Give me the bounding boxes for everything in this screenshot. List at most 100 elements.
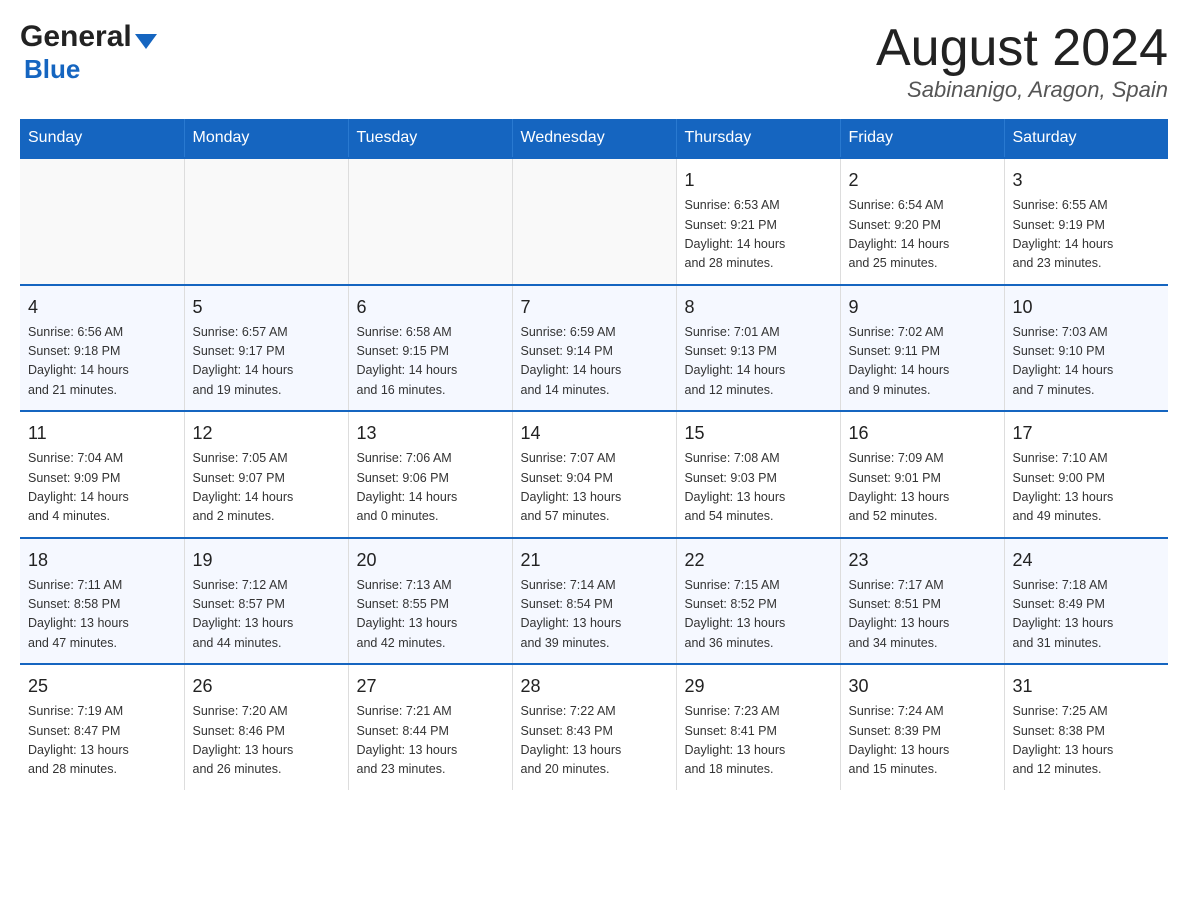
day-info: Sunrise: 7:14 AM Sunset: 8:54 PM Dayligh… (521, 576, 668, 654)
day-info: Sunrise: 7:24 AM Sunset: 8:39 PM Dayligh… (849, 702, 996, 780)
day-number: 9 (849, 294, 996, 321)
calendar-cell (20, 158, 184, 285)
day-number: 6 (357, 294, 504, 321)
calendar-cell: 10Sunrise: 7:03 AM Sunset: 9:10 PM Dayli… (1004, 285, 1168, 412)
day-number: 22 (685, 547, 832, 574)
weekday-header-thursday: Thursday (676, 119, 840, 158)
calendar-cell: 24Sunrise: 7:18 AM Sunset: 8:49 PM Dayli… (1004, 538, 1168, 665)
day-info: Sunrise: 7:13 AM Sunset: 8:55 PM Dayligh… (357, 576, 504, 654)
day-number: 5 (193, 294, 340, 321)
logo-blue: Blue (24, 54, 80, 85)
page-header: General Blue August 2024 Sabinanigo, Ara… (20, 20, 1168, 103)
day-info: Sunrise: 7:04 AM Sunset: 9:09 PM Dayligh… (28, 449, 176, 527)
day-info: Sunrise: 7:01 AM Sunset: 9:13 PM Dayligh… (685, 323, 832, 401)
day-info: Sunrise: 7:25 AM Sunset: 8:38 PM Dayligh… (1013, 702, 1161, 780)
day-number: 30 (849, 673, 996, 700)
day-number: 23 (849, 547, 996, 574)
calendar-cell: 19Sunrise: 7:12 AM Sunset: 8:57 PM Dayli… (184, 538, 348, 665)
day-info: Sunrise: 7:21 AM Sunset: 8:44 PM Dayligh… (357, 702, 504, 780)
calendar-cell: 20Sunrise: 7:13 AM Sunset: 8:55 PM Dayli… (348, 538, 512, 665)
weekday-header-tuesday: Tuesday (348, 119, 512, 158)
day-number: 20 (357, 547, 504, 574)
calendar-cell: 8Sunrise: 7:01 AM Sunset: 9:13 PM Daylig… (676, 285, 840, 412)
calendar-cell: 5Sunrise: 6:57 AM Sunset: 9:17 PM Daylig… (184, 285, 348, 412)
day-number: 28 (521, 673, 668, 700)
day-info: Sunrise: 6:54 AM Sunset: 9:20 PM Dayligh… (849, 196, 996, 274)
day-info: Sunrise: 6:58 AM Sunset: 9:15 PM Dayligh… (357, 323, 504, 401)
day-number: 10 (1013, 294, 1161, 321)
calendar-cell: 31Sunrise: 7:25 AM Sunset: 8:38 PM Dayli… (1004, 664, 1168, 790)
day-number: 7 (521, 294, 668, 321)
calendar-cell: 12Sunrise: 7:05 AM Sunset: 9:07 PM Dayli… (184, 411, 348, 538)
calendar-table: SundayMondayTuesdayWednesdayThursdayFrid… (20, 119, 1168, 790)
title-section: August 2024 Sabinanigo, Aragon, Spain (876, 20, 1168, 103)
day-number: 19 (193, 547, 340, 574)
day-number: 31 (1013, 673, 1161, 700)
day-number: 8 (685, 294, 832, 321)
day-number: 1 (685, 167, 832, 194)
day-info: Sunrise: 7:02 AM Sunset: 9:11 PM Dayligh… (849, 323, 996, 401)
calendar-cell: 1Sunrise: 6:53 AM Sunset: 9:21 PM Daylig… (676, 158, 840, 285)
calendar-week-row: 4Sunrise: 6:56 AM Sunset: 9:18 PM Daylig… (20, 285, 1168, 412)
day-number: 14 (521, 420, 668, 447)
day-info: Sunrise: 6:56 AM Sunset: 9:18 PM Dayligh… (28, 323, 176, 401)
calendar-cell: 28Sunrise: 7:22 AM Sunset: 8:43 PM Dayli… (512, 664, 676, 790)
day-info: Sunrise: 7:11 AM Sunset: 8:58 PM Dayligh… (28, 576, 176, 654)
calendar-cell: 27Sunrise: 7:21 AM Sunset: 8:44 PM Dayli… (348, 664, 512, 790)
logo: General Blue (20, 20, 157, 85)
month-title: August 2024 (876, 20, 1168, 77)
calendar-week-row: 1Sunrise: 6:53 AM Sunset: 9:21 PM Daylig… (20, 158, 1168, 285)
calendar-cell (184, 158, 348, 285)
calendar-cell: 26Sunrise: 7:20 AM Sunset: 8:46 PM Dayli… (184, 664, 348, 790)
day-number: 24 (1013, 547, 1161, 574)
day-info: Sunrise: 7:15 AM Sunset: 8:52 PM Dayligh… (685, 576, 832, 654)
location-title: Sabinanigo, Aragon, Spain (876, 77, 1168, 103)
day-number: 18 (28, 547, 176, 574)
logo-triangle-icon (135, 34, 157, 49)
calendar-cell: 9Sunrise: 7:02 AM Sunset: 9:11 PM Daylig… (840, 285, 1004, 412)
weekday-header-friday: Friday (840, 119, 1004, 158)
day-info: Sunrise: 7:06 AM Sunset: 9:06 PM Dayligh… (357, 449, 504, 527)
calendar-cell: 16Sunrise: 7:09 AM Sunset: 9:01 PM Dayli… (840, 411, 1004, 538)
weekday-header-sunday: Sunday (20, 119, 184, 158)
calendar-cell: 6Sunrise: 6:58 AM Sunset: 9:15 PM Daylig… (348, 285, 512, 412)
calendar-week-row: 18Sunrise: 7:11 AM Sunset: 8:58 PM Dayli… (20, 538, 1168, 665)
calendar-week-row: 25Sunrise: 7:19 AM Sunset: 8:47 PM Dayli… (20, 664, 1168, 790)
weekday-header-row: SundayMondayTuesdayWednesdayThursdayFrid… (20, 119, 1168, 158)
day-number: 13 (357, 420, 504, 447)
day-number: 25 (28, 673, 176, 700)
logo-general: General (20, 20, 132, 54)
calendar-header: SundayMondayTuesdayWednesdayThursdayFrid… (20, 119, 1168, 158)
day-number: 4 (28, 294, 176, 321)
day-number: 29 (685, 673, 832, 700)
day-info: Sunrise: 7:20 AM Sunset: 8:46 PM Dayligh… (193, 702, 340, 780)
calendar-cell: 3Sunrise: 6:55 AM Sunset: 9:19 PM Daylig… (1004, 158, 1168, 285)
calendar-cell (512, 158, 676, 285)
day-number: 21 (521, 547, 668, 574)
day-number: 12 (193, 420, 340, 447)
day-number: 15 (685, 420, 832, 447)
day-number: 26 (193, 673, 340, 700)
calendar-cell: 13Sunrise: 7:06 AM Sunset: 9:06 PM Dayli… (348, 411, 512, 538)
calendar-cell: 4Sunrise: 6:56 AM Sunset: 9:18 PM Daylig… (20, 285, 184, 412)
calendar-cell: 2Sunrise: 6:54 AM Sunset: 9:20 PM Daylig… (840, 158, 1004, 285)
calendar-cell: 18Sunrise: 7:11 AM Sunset: 8:58 PM Dayli… (20, 538, 184, 665)
day-info: Sunrise: 7:12 AM Sunset: 8:57 PM Dayligh… (193, 576, 340, 654)
day-info: Sunrise: 7:05 AM Sunset: 9:07 PM Dayligh… (193, 449, 340, 527)
day-info: Sunrise: 6:57 AM Sunset: 9:17 PM Dayligh… (193, 323, 340, 401)
calendar-cell: 29Sunrise: 7:23 AM Sunset: 8:41 PM Dayli… (676, 664, 840, 790)
day-number: 27 (357, 673, 504, 700)
calendar-body: 1Sunrise: 6:53 AM Sunset: 9:21 PM Daylig… (20, 158, 1168, 790)
day-number: 17 (1013, 420, 1161, 447)
calendar-cell: 11Sunrise: 7:04 AM Sunset: 9:09 PM Dayli… (20, 411, 184, 538)
day-number: 11 (28, 420, 176, 447)
calendar-cell: 7Sunrise: 6:59 AM Sunset: 9:14 PM Daylig… (512, 285, 676, 412)
day-number: 16 (849, 420, 996, 447)
calendar-cell: 21Sunrise: 7:14 AM Sunset: 8:54 PM Dayli… (512, 538, 676, 665)
calendar-cell: 15Sunrise: 7:08 AM Sunset: 9:03 PM Dayli… (676, 411, 840, 538)
day-info: Sunrise: 7:18 AM Sunset: 8:49 PM Dayligh… (1013, 576, 1161, 654)
calendar-cell: 22Sunrise: 7:15 AM Sunset: 8:52 PM Dayli… (676, 538, 840, 665)
day-info: Sunrise: 7:19 AM Sunset: 8:47 PM Dayligh… (28, 702, 176, 780)
day-info: Sunrise: 7:10 AM Sunset: 9:00 PM Dayligh… (1013, 449, 1161, 527)
day-info: Sunrise: 7:22 AM Sunset: 8:43 PM Dayligh… (521, 702, 668, 780)
